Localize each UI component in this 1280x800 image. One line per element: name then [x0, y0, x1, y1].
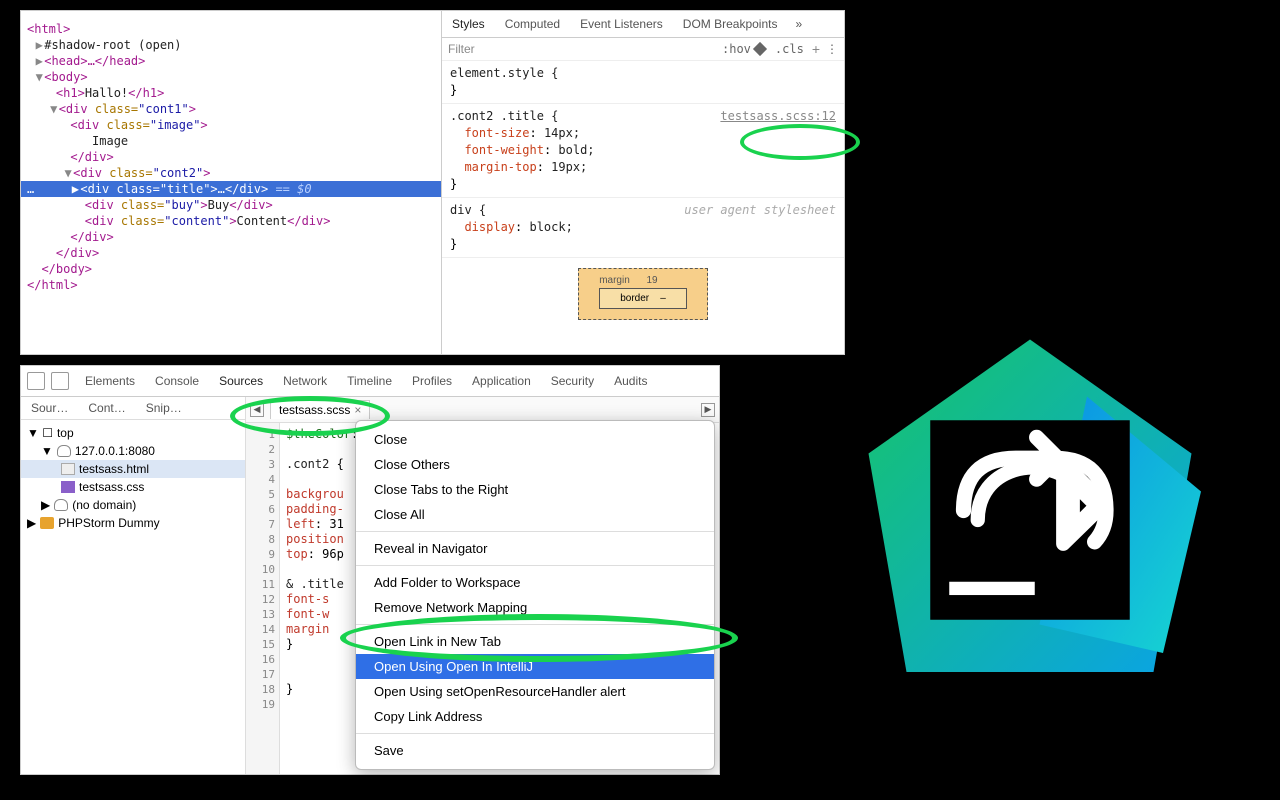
rule-element-style[interactable]: element.style { }: [442, 61, 844, 104]
menu-item[interactable]: Reveal in Navigator: [356, 536, 714, 561]
open-in-intellij-logo: [840, 330, 1220, 710]
file-icon: [61, 463, 75, 475]
tabs-overflow-icon[interactable]: »: [787, 11, 810, 37]
dom-node[interactable]: <body>: [44, 70, 87, 84]
tab-sources[interactable]: Sources: [209, 370, 273, 392]
color-format-icon[interactable]: [753, 42, 767, 56]
line-gutter: 12345678910111213141516171819: [246, 423, 280, 774]
menu-item[interactable]: Open Using setOpenResourceHandler alert: [356, 679, 714, 704]
box-model: margin 19 border –: [578, 268, 708, 320]
tab-event-listeners[interactable]: Event Listeners: [570, 11, 673, 37]
tab-computed[interactable]: Computed: [495, 11, 570, 37]
menu-item[interactable]: Save: [356, 738, 714, 763]
tab-console[interactable]: Console: [145, 370, 209, 392]
device-icon[interactable]: [51, 372, 69, 390]
dom-node[interactable]: <html>: [27, 22, 70, 36]
tab-timeline[interactable]: Timeline: [337, 370, 402, 392]
dom-node[interactable]: </body>: [41, 262, 92, 276]
menu-item[interactable]: Close All: [356, 502, 714, 527]
nav-tab-content[interactable]: Cont…: [78, 397, 135, 419]
tree-nodomain[interactable]: ▶(no domain): [21, 496, 245, 514]
styles-tabs: Styles Computed Event Listeners DOM Brea…: [442, 11, 844, 38]
menu-item[interactable]: Close Others: [356, 452, 714, 477]
dom-node[interactable]: <head>…</head>: [44, 54, 145, 68]
annotation-circle-open-intellij: [340, 614, 738, 662]
nav-tab-sources[interactable]: Sour…: [21, 397, 78, 419]
dom-node[interactable]: #shadow-root (open): [44, 38, 181, 52]
nav-fwd-icon[interactable]: ▶: [701, 403, 715, 417]
tab-network[interactable]: Network: [273, 370, 337, 392]
tab-styles[interactable]: Styles: [442, 11, 495, 37]
dom-node[interactable]: </div>: [56, 246, 99, 260]
tab-security[interactable]: Security: [541, 370, 604, 392]
cloud-icon: [54, 499, 68, 511]
user-agent-label: user agent stylesheet: [684, 202, 836, 219]
devtools-elements-panel: <html> ▶#shadow-root (open) ▶<head>…</he…: [20, 10, 845, 355]
dom-node-selected[interactable]: … ▶<div class="title">…</div> == $0: [21, 181, 441, 197]
annotation-circle-filetab: [230, 396, 390, 436]
menu-item[interactable]: Close Tabs to the Right: [356, 477, 714, 502]
new-rule-button[interactable]: +: [812, 41, 820, 57]
context-menu: CloseClose OthersClose Tabs to the Right…: [355, 420, 715, 770]
annotation-circle-source-link: [740, 124, 860, 160]
menu-item[interactable]: Close: [356, 427, 714, 452]
tree-top[interactable]: ▼ ☐top: [21, 424, 245, 442]
file-icon: [61, 481, 75, 493]
tree-phpstorm-dummy[interactable]: ▶PHPStorm Dummy: [21, 514, 245, 532]
hov-toggle[interactable]: :hov: [722, 42, 751, 56]
devtools-main-tabs: Elements Console Sources Network Timelin…: [21, 366, 719, 397]
folder-icon: [40, 517, 54, 529]
styles-pane: Styles Computed Event Listeners DOM Brea…: [441, 11, 844, 354]
dom-node[interactable]: </div>: [70, 150, 113, 164]
styles-filter-input[interactable]: Filter: [448, 42, 475, 56]
styles-menu-icon[interactable]: ⋮: [826, 42, 838, 56]
tab-audits[interactable]: Audits: [604, 370, 657, 392]
tab-application[interactable]: Application: [462, 370, 541, 392]
tab-elements[interactable]: Elements: [75, 370, 145, 392]
dom-node[interactable]: </html>: [27, 278, 78, 292]
tab-profiles[interactable]: Profiles: [402, 370, 462, 392]
tree-file-html[interactable]: testsass.html: [21, 460, 245, 478]
inspect-icon[interactable]: [27, 372, 45, 390]
tree-host[interactable]: ▼127.0.0.1:8080: [21, 442, 245, 460]
sources-navigator: Sour… Cont… Snip… ▼ ☐top ▼127.0.0.1:8080…: [21, 397, 246, 774]
nav-tab-snippets[interactable]: Snip…: [136, 397, 192, 419]
tab-dom-breakpoints[interactable]: DOM Breakpoints: [673, 11, 788, 37]
source-link[interactable]: testsass.scss:12: [720, 108, 836, 125]
tree-file-css[interactable]: testsass.css: [21, 478, 245, 496]
cloud-icon: [57, 445, 71, 457]
menu-item[interactable]: Copy Link Address: [356, 704, 714, 729]
rule-div-uas: user agent stylesheet div { display: blo…: [442, 198, 844, 258]
dom-tree[interactable]: <html> ▶#shadow-root (open) ▶<head>…</he…: [21, 11, 441, 354]
menu-item[interactable]: Add Folder to Workspace: [356, 570, 714, 595]
dom-text: Image: [92, 134, 128, 148]
cls-toggle[interactable]: .cls: [775, 42, 804, 56]
dom-node[interactable]: </div>: [70, 230, 113, 244]
